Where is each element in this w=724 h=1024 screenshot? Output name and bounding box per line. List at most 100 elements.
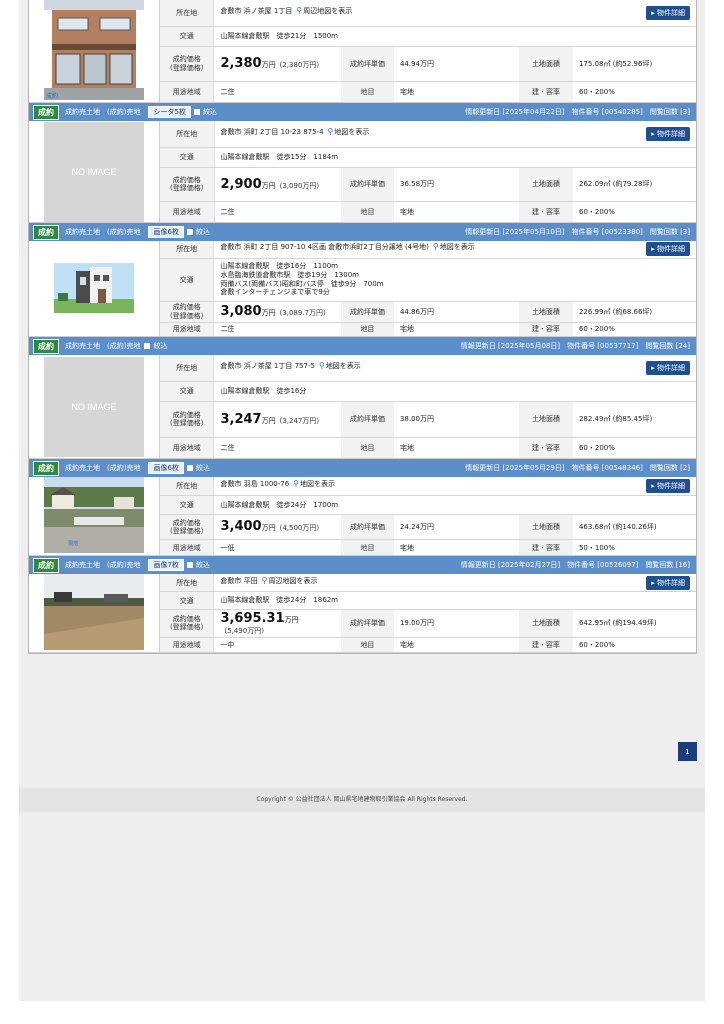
location-value: 倉敷市 浜町 2丁目 10-23 875-4 [220,127,324,136]
access-line: 山陽本線倉敷駅 徒歩24分 1700m [220,500,339,509]
access-line: 水島臨海鉄道倉敷市駅 徒歩19分 1300m [220,270,359,279]
listing-card: 成約 所在地 倉敷市 浜ノ茶屋 1丁目 ⚲周辺地図を表示 ▸ 物件詳細 交通 山陽本線倉敷駅… [29,0,696,103]
registered-price: (4,500万円) [279,524,320,533]
property-detail-button[interactable]: ▸ 物件詳細 [646,242,690,257]
price-unit: 万円 [261,416,276,425]
listing-header: 成約 成約売土地 (成約)売地 シータ5枚 絞込 情報更新日 [2025年04月22日]… [29,103,696,121]
spec-table: 所在地 倉敷市 浜町 2丁目 10-23 875-4 ⚲地図を表示 ▸ 物件詳細 交通山… [160,121,696,222]
label-land-area: 土地面積 [518,301,573,323]
price-unit: 万円 [261,309,276,317]
spec-table: 所在地 倉敷市 浜ノ茶屋 1丁目 ⚲周辺地図を表示 ▸ 物件詳細 交通 山陽本線倉敷駅 徒… [159,0,696,102]
label-land-type: 地目 [341,201,394,222]
map-link[interactable]: 地図を表示 [334,128,369,136]
zoning-value: 一低 [220,543,235,552]
zoning-value: 二住 [220,207,235,216]
label-price: 成約価格 (登録価格) [159,301,215,323]
map-link[interactable]: 周辺地図を表示 [303,7,352,15]
label-land-type: 地目 [340,322,394,336]
price-unit: 万円 [261,524,276,533]
property-photo[interactable] [53,262,134,315]
filter-label: 絞込 [195,228,210,236]
price-value: 2,900 [220,176,262,192]
label-location: 所在地 [160,121,215,148]
filter-checkbox[interactable] [193,109,200,115]
no-image-placeholder: NO IMAGE [43,356,144,457]
label-location: 所在地 [159,477,215,497]
coverage-value: 60・200% [578,87,615,96]
listing-card: 成約 成約売土地 (成約)売地 シータ5枚 絞込 情報更新日 [2025年04月22日]… [29,103,696,223]
property-detail-button[interactable]: ▸ 物件詳細 [646,479,690,494]
filter-checkbox[interactable] [186,229,193,235]
zoning-value: 二住 [220,325,235,334]
map-link[interactable]: 地図を表示 [440,243,475,251]
image-count-badge[interactable]: 画像6枚 [148,462,184,474]
property-type: 成約売土地 (成約)売地 [65,464,141,472]
coverage-value: 60・200% [578,443,615,452]
label-zoning: 用途地域 [159,322,215,336]
listing-list: 成約 所在地 倉敷市 浜ノ茶屋 1丁目 ⚲周辺地図を表示 ▸ 物件詳細 交通 山陽本線倉敷駅… [28,0,697,654]
label-location: 所在地 [159,0,215,27]
image-count-badge[interactable]: 画像7枚 [148,559,184,571]
photo-column: NO IMAGE [29,355,160,458]
label-unit-price: 成約坪単価 [341,167,394,202]
property-detail-button[interactable]: ▸ 物件詳細 [646,360,690,375]
price-unit: 万円 [261,61,276,69]
registered-price: (3,089.7万円) [279,309,326,317]
filter-checkbox[interactable] [186,562,193,568]
listing-header: 成約 成約売土地 (成約)売地 画像6枚 絞込 情報更新日 [2025年05月29日] … [29,459,696,477]
filter-checkbox[interactable] [186,465,193,471]
access-line: 山陽本線倉敷駅 徒歩21分 1500m [220,31,338,40]
label-zoning: 用途地域 [159,637,215,652]
property-type: 成約売土地 (成約)売地 [65,561,141,569]
filter-label: 絞込 [153,342,168,350]
location-value: 倉敷市 平田 [220,576,258,585]
photo-column: 現地 [29,477,160,555]
pagination-page-1[interactable]: 1 [678,742,697,761]
land-area-value: 642.95㎡ (約194.49坪) [572,609,696,638]
map-link[interactable]: 周辺地図を表示 [269,577,318,585]
label-location: 所在地 [159,574,215,593]
label-unit-price: 成約坪単価 [340,514,394,541]
property-photo[interactable] [43,574,144,652]
image-count-badge[interactable]: 画像6枚 [148,226,184,238]
coverage-value: 60・200% [578,640,615,649]
property-photo[interactable]: 現地 [43,477,144,555]
spec-table: 所在地 倉敷市 浜町 2丁目 907-10 4区画 倉敷市浜町2丁目分譲地 (4号… [159,241,696,336]
filter-checkbox[interactable] [144,343,151,349]
map-pin-icon: ⚲ [327,126,334,136]
property-detail-button[interactable]: ▸ 物件詳細 [646,126,690,141]
registered-price: (3,247万円) [279,416,320,425]
registered-price: (2,380万円) [279,61,320,69]
spec-table: 所在地 倉敷市 浜ノ茶屋 1丁目 757-5 ⚲地図を表示 ▸ 物件詳細 交通 山陽本線倉… [159,355,696,458]
land-area-value: 226.99㎡ (約68.66坪) [572,301,696,323]
photo-column: NO IMAGE [29,121,160,222]
label-access: 交通 [159,26,215,47]
price-value: 3,247 [220,411,262,427]
property-photo[interactable]: 成約 [43,0,144,102]
label-unit-price: 成約坪単価 [340,46,394,82]
image-count-badge[interactable]: シータ5枚 [148,106,191,118]
price-value: 2,380 [220,56,262,71]
unit-price-value: 19.00万円 [393,609,519,638]
label-unit-price: 成約坪単価 [340,401,394,438]
label-unit-price: 成約坪単価 [340,609,394,638]
land-area-value: 282.49㎡ (約85.45坪) [572,401,696,438]
unit-price-value: 24.24万円 [393,514,519,541]
label-location: 所在地 [159,241,215,259]
map-link[interactable]: 地図を表示 [300,480,335,488]
property-detail-button[interactable]: ▸ 物件詳細 [646,5,690,20]
unit-price-value: 38.00万円 [393,401,519,438]
spec-table: 所在地 倉敷市 平田 ⚲周辺地図を表示 ▸ 物件詳細 交通 山陽本線倉敷駅 徒歩24分 1… [159,574,696,652]
property-detail-button[interactable]: ▸ 物件詳細 [646,575,690,590]
map-pin-icon: ⚲ [293,479,300,489]
label-land-area: 土地面積 [518,401,573,438]
label-price: 成約価格 (登録価格) [159,609,215,638]
map-link[interactable]: 地図を表示 [326,362,361,370]
update-info: 情報更新日 [2025年05月08日] 物件番号 [00537717] 閲覧回数… [460,342,690,350]
label-land-area: 土地面積 [519,167,573,202]
land-area-value: 175.08㎡ (約52.96坪) [572,46,696,82]
unit-price-value: 44.86万円 [393,301,519,323]
photo-column [29,241,160,336]
property-type: 成約売土地 (成約)売地 [65,228,141,236]
location-value: 倉敷市 羽島 1000-76 [220,480,290,489]
